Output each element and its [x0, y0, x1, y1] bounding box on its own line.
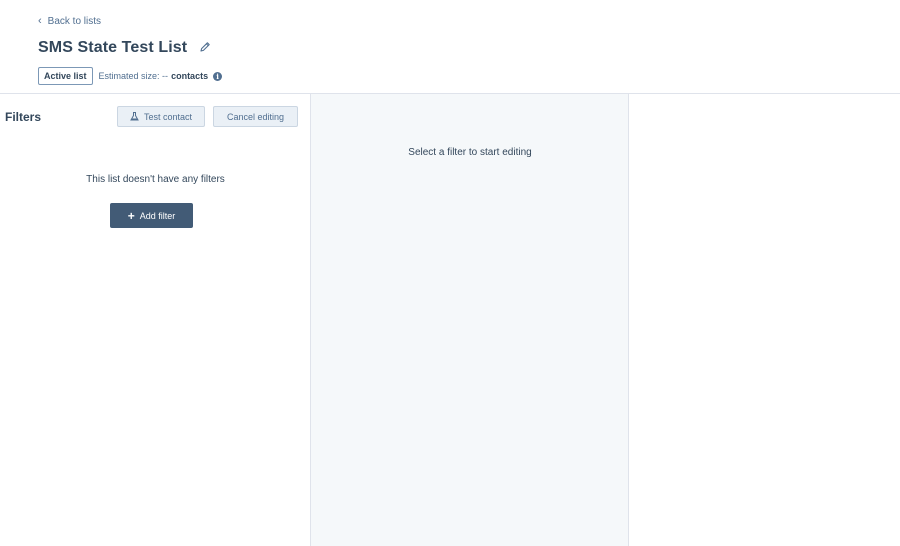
plus-icon: +	[127, 208, 135, 223]
title-row: SMS State Test List	[38, 39, 213, 57]
active-list-badge: Active list	[38, 67, 93, 85]
filters-heading: Filters	[5, 110, 42, 124]
cancel-editing-button[interactable]: Cancel editing	[213, 106, 298, 127]
filter-editor-panel: Select a filter to start editing	[311, 94, 629, 546]
estimated-size-label: Estimated size: --	[98, 71, 169, 81]
test-contact-label: Test contact	[143, 111, 193, 122]
back-to-lists-link[interactable]: ‹ Back to lists	[38, 15, 102, 28]
estimated-size: Estimated size: -- contacts i	[99, 71, 223, 81]
page-header: ‹ Back to lists SMS State Test List Acti…	[0, 0, 900, 94]
flask-icon	[130, 112, 139, 121]
pencil-icon[interactable]	[199, 41, 213, 55]
estimated-size-unit: contacts	[171, 71, 209, 81]
chevron-left-icon: ‹	[38, 15, 42, 27]
back-link-label: Back to lists	[47, 16, 102, 27]
select-filter-message: Select a filter to start editing	[408, 147, 532, 158]
add-filter-button[interactable]: + Add filter	[110, 203, 193, 228]
empty-filters-message: This list doesn't have any filters	[86, 174, 225, 185]
filters-panel: Filters Test contact Cancel editing This…	[0, 94, 311, 546]
test-contact-button[interactable]: Test contact	[117, 106, 205, 127]
preview-panel	[629, 94, 900, 546]
add-filter-label: Add filter	[139, 210, 176, 221]
meta-row: Active list Estimated size: -- contacts …	[38, 67, 223, 85]
page-title: SMS State Test List	[38, 39, 188, 56]
info-icon[interactable]: i	[213, 71, 223, 81]
